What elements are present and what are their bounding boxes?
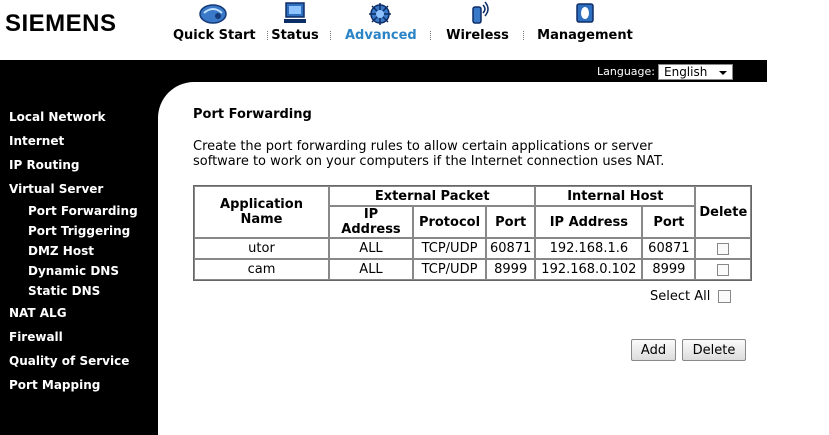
nav-separator [523,31,524,40]
select-all-checkbox[interactable] [718,290,732,303]
header-external-packet: External Packet [329,186,536,206]
cell-int-ip: 192.168.1.6 [535,238,643,259]
nav-separator [430,31,431,40]
cell-int-port: 8999 [642,259,696,280]
cell-delete [695,259,752,280]
sidebar-item-dmz-host[interactable]: DMZ Host [28,244,94,258]
add-button[interactable]: Add [631,339,676,361]
nav-status[interactable]: Status [270,0,320,50]
sidebar-item-port-mapping[interactable]: Port Mapping [9,378,100,392]
sidebar-item-nat-alg[interactable]: NAT ALG [9,306,67,320]
nav-wireless[interactable]: Wireless [445,0,510,50]
language-label: Language: [597,65,655,78]
advanced-icon [369,3,391,25]
header-int-ip-address: IP Address [535,206,643,238]
nav-separator [330,31,331,40]
monitor-icon [284,2,306,23]
page-description: Create the port forwarding rules to allo… [193,139,713,169]
table-row: cam ALL TCP/UDP 8999 192.168.0.102 8999 [194,259,752,280]
management-icon [576,3,594,23]
header-protocol: Protocol [413,206,486,238]
delete-button[interactable]: Delete [682,339,746,361]
header-ip-address: IP Address [329,206,413,238]
header-internal-host: Internal Host [535,186,696,206]
content-corner [158,82,198,122]
content-corner-inner [158,82,198,122]
header-port: Port [486,206,536,238]
nav-label: Status [271,28,319,43]
quick-start-icon [199,4,227,24]
port-forwarding-table: Application Name External Packet Interna… [193,185,753,281]
description-line: software to work on your computers if th… [193,154,665,169]
sidebar-item-internet[interactable]: Internet [9,134,64,148]
chevron-down-icon [719,70,727,75]
sidebar-item-static-dns[interactable]: Static DNS [28,284,100,298]
sidebar-item-ip-routing[interactable]: IP Routing [9,158,79,172]
delete-checkbox[interactable] [717,263,730,276]
sidebar-item-port-triggering[interactable]: Port Triggering [28,224,130,238]
cell-ext-port: 60871 [486,238,536,259]
brand-logo: SIEMENS [5,10,117,37]
cell-ext-ip: ALL [329,238,413,259]
cell-ext-port: 8999 [486,259,536,280]
page-title: Port Forwarding [193,107,312,122]
cell-protocol: TCP/UDP [413,238,486,259]
language-value: English [664,64,708,79]
sidebar-item-virtual-server[interactable]: Virtual Server [9,182,103,196]
delete-checkbox[interactable] [717,242,730,255]
top-nav: Quick Start Status Advanced Wireless Man… [165,0,765,60]
table-row: utor ALL TCP/UDP 60871 192.168.1.6 60871 [194,238,752,259]
nav-advanced[interactable]: Advanced [345,0,417,50]
nav-management[interactable]: Management [535,0,635,50]
sidebar-item-local-network[interactable]: Local Network [9,110,106,124]
language-dropdown[interactable]: English [658,63,733,80]
description-line: Create the port forwarding rules to allo… [193,139,653,154]
nav-quick-start[interactable]: Quick Start [173,0,256,50]
sidebar-item-dynamic-dns[interactable]: Dynamic DNS [28,264,119,278]
nav-label: Quick Start [173,28,256,43]
nav-label: Management [537,28,633,43]
select-all-label: Select All [650,289,711,304]
header-application-name: Application Name [194,186,329,238]
cell-int-port: 60871 [642,238,696,259]
cell-protocol: TCP/UDP [413,259,486,280]
cell-app-name: cam [194,259,329,280]
cell-ext-ip: ALL [329,259,413,280]
select-all: Select All [650,289,732,304]
header-int-port: Port [642,206,696,238]
language-bar: Language: English [0,60,767,82]
language-selector: Language: English [597,63,733,80]
sidebar-item-firewall[interactable]: Firewall [9,330,63,344]
table-header-row: Application Name External Packet Interna… [194,186,752,238]
nav-separator [267,31,268,40]
cell-int-ip: 192.168.0.102 [535,259,643,280]
nav-label: Advanced [345,28,417,43]
cell-delete [695,238,752,259]
header-delete: Delete [695,186,752,238]
sidebar-item-quality-of-service[interactable]: Quality of Service [9,354,129,368]
sidebar-item-port-forwarding[interactable]: Port Forwarding [28,204,138,218]
cell-app-name: utor [194,238,329,259]
wireless-icon [471,1,489,24]
header: SIEMENS Quick Start Status Advanced Wire… [0,0,829,60]
nav-label: Wireless [446,28,509,43]
